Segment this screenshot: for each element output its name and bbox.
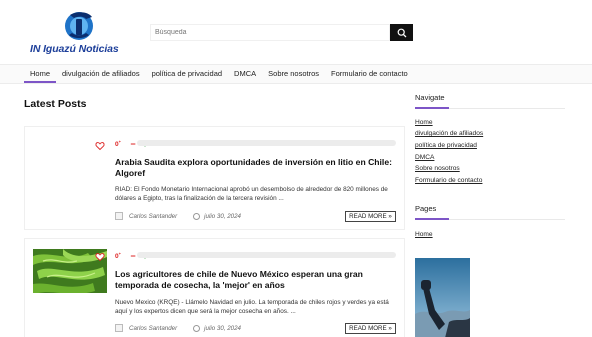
post-date: julio 30, 2024 bbox=[204, 212, 241, 220]
post-title[interactable]: Los agricultores de chile de Nuevo Méxic… bbox=[115, 269, 398, 291]
nav-item-dmca[interactable]: DMCA bbox=[228, 65, 262, 83]
heart-icon[interactable] bbox=[95, 141, 105, 151]
read-more-button[interactable]: READ MORE » bbox=[345, 323, 396, 334]
nav-item-home[interactable]: Home bbox=[24, 65, 57, 83]
search-button[interactable] bbox=[390, 24, 413, 41]
vote-bar bbox=[137, 252, 396, 258]
author-avatar bbox=[115, 212, 123, 220]
nav-item-affiliate-disclosure[interactable]: divulgación de afiliados bbox=[56, 65, 146, 83]
post-card: 0+ − + Arabia Saudita explora oportunida… bbox=[24, 126, 405, 230]
widget-accent-bar bbox=[415, 218, 449, 220]
sidebar-link-pages-home[interactable]: Home bbox=[415, 231, 433, 238]
logo-mark-icon bbox=[65, 12, 93, 40]
clock-icon bbox=[193, 212, 201, 220]
sidebar-link-dmca[interactable]: DMCA bbox=[415, 154, 434, 161]
widget-title-pages: Pages bbox=[415, 204, 437, 213]
search-input[interactable] bbox=[150, 24, 390, 41]
widget-title-navigate: Navigate bbox=[415, 93, 445, 102]
site-logo[interactable]: IN Iguazú Noticias bbox=[30, 8, 130, 58]
search-icon bbox=[397, 28, 406, 37]
author-avatar bbox=[115, 324, 123, 332]
site-header: IN Iguazú Noticias bbox=[0, 0, 592, 64]
post-meta: Carlos Santander julio 30, 2024 bbox=[115, 211, 241, 221]
post-author[interactable]: Carlos Santander bbox=[129, 325, 177, 332]
post-card: 0+ − + Los agricultores de chile de Nuev… bbox=[24, 238, 405, 337]
heart-icon[interactable] bbox=[95, 252, 105, 262]
clock-icon bbox=[193, 324, 201, 332]
sidebar-link-about[interactable]: Sobre nosotros bbox=[415, 165, 460, 172]
vote-count: 0+ bbox=[115, 139, 121, 149]
sidebar-banner-image[interactable] bbox=[415, 258, 470, 337]
main-nav: Home divulgación de afiliados política d… bbox=[0, 64, 592, 84]
post-excerpt: RIAD: El Fondo Monetario Internacional a… bbox=[115, 186, 388, 202]
sidebar-link-privacy-policy[interactable]: política de privacidad bbox=[415, 142, 477, 149]
section-title: Latest Posts bbox=[24, 98, 87, 110]
nav-item-privacy-policy[interactable]: política de privacidad bbox=[146, 65, 228, 83]
read-more-button[interactable]: READ MORE » bbox=[345, 211, 396, 222]
post-excerpt: Nuevo Mexico (KRQE) - Llámelo Navidad en… bbox=[115, 299, 389, 315]
sidebar-link-affiliate-disclosure[interactable]: divulgación de afiliados bbox=[415, 130, 483, 137]
post-meta: Carlos Santander julio 30, 2024 bbox=[115, 323, 241, 333]
sidebar-link-home[interactable]: Home bbox=[415, 119, 433, 126]
raised-fist-image bbox=[415, 258, 470, 337]
vote-bar bbox=[137, 140, 396, 146]
widget-accent-bar bbox=[415, 107, 449, 109]
logo-text: IN Iguazú Noticias bbox=[30, 43, 119, 55]
post-title[interactable]: Arabia Saudita explora oportunidades de … bbox=[115, 157, 398, 179]
sidebar-link-contact[interactable]: Formulario de contacto bbox=[415, 177, 482, 184]
search-bar bbox=[150, 24, 413, 41]
post-author[interactable]: Carlos Santander bbox=[129, 213, 177, 220]
nav-item-about[interactable]: Sobre nosotros bbox=[262, 65, 325, 83]
post-date: julio 30, 2024 bbox=[204, 324, 241, 332]
vote-count: 0+ bbox=[115, 251, 121, 261]
nav-item-contact[interactable]: Formulario de contacto bbox=[325, 65, 414, 83]
